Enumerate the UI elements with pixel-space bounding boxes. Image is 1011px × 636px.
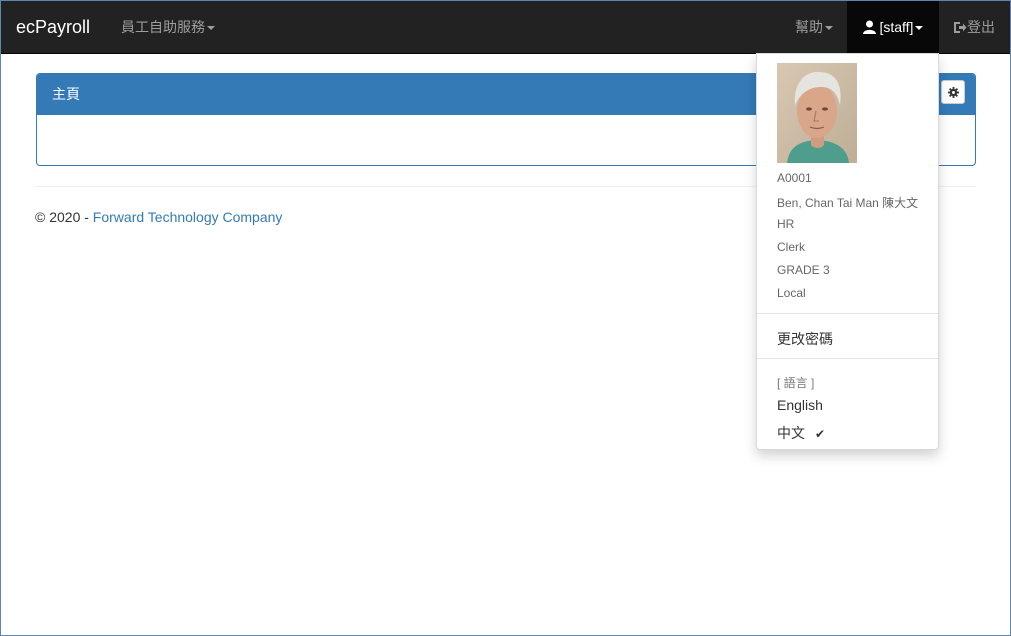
panel-settings-button[interactable] [941,80,965,104]
nav-self-service-menu[interactable]: 員工自助服務 [121,1,215,53]
menu-divider [757,358,938,359]
nav-help-label: 幫助 [795,19,823,35]
language-option-english[interactable]: English [777,397,823,413]
staff-name: Ben, Chan Tai Man 陳大文 [777,196,919,210]
staff-id: A0001 [777,171,812,185]
staff-grade: GRADE 3 [777,263,830,277]
footer-company-link[interactable]: Forward Technology Company [93,209,283,225]
check-icon: ✔ [815,427,826,441]
brand-logo[interactable]: ecPayroll [16,1,90,53]
panel-title: 主頁 [52,86,80,102]
nav-help-menu[interactable]: 幫助 [795,1,833,53]
language-header: [ 語言 ] [777,376,815,390]
logout-icon [953,19,967,35]
user-dropdown-menu: A0001 Ben, Chan Tai Man 陳大文 HR Clerk GRA… [756,53,939,450]
navbar: ecPayroll 員工自助服務 幫助 [staff] 登出 [1,1,1010,54]
user-photo [777,63,857,163]
staff-location: Local [777,286,806,300]
caret-down-icon [915,26,924,31]
gear-icon [947,86,959,98]
language-option-chinese[interactable]: 中文 ✔ [777,423,825,443]
nav-self-service-label: 員工自助服務 [121,19,205,35]
caret-down-icon [825,26,833,31]
staff-position: Clerk [777,240,806,254]
footer-copyright: © 2020 - [35,209,93,225]
user-icon [862,19,876,35]
nav-user-label: [staff] [879,19,914,35]
change-password-link[interactable]: 更改密碼 [777,329,833,349]
staff-department: HR [777,217,795,231]
menu-divider [757,313,938,314]
caret-down-icon [207,26,215,31]
language-option-chinese-label: 中文 [777,425,805,441]
logout-link[interactable]: 登出 [953,1,995,53]
footer: © 2020 - Forward Technology Company [35,209,282,225]
nav-user-menu[interactable]: [staff] [847,1,939,53]
logout-label: 登出 [967,19,995,35]
